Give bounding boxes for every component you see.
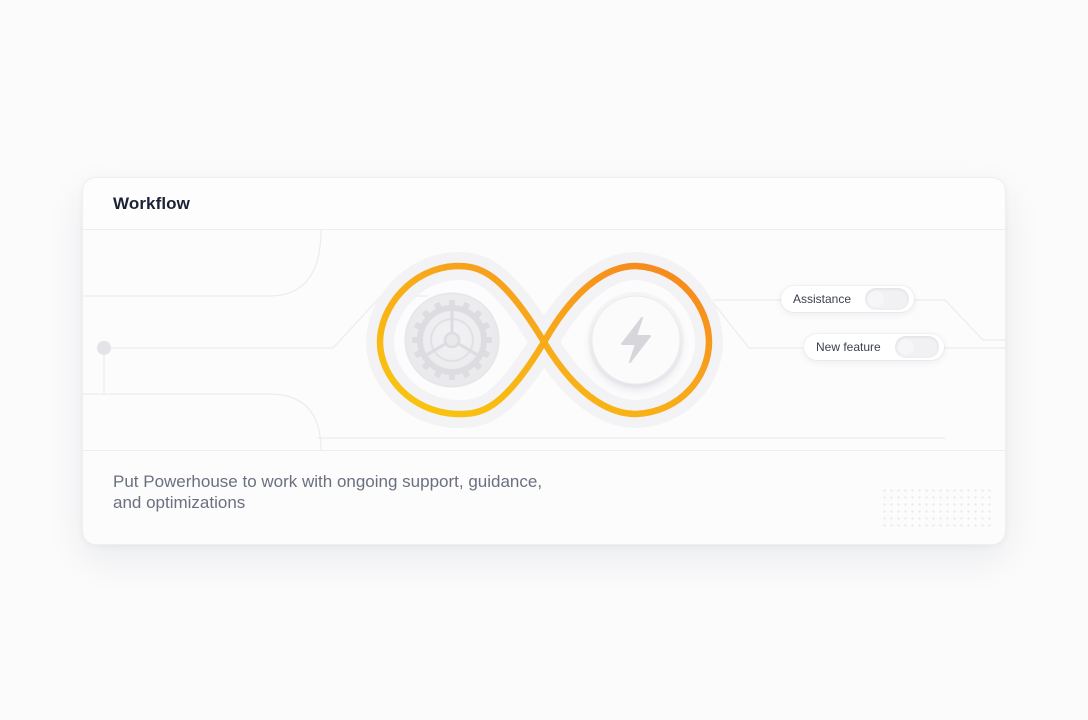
- circuit-node: [97, 341, 111, 355]
- assistance-toggle[interactable]: [865, 288, 910, 310]
- card-footer: Put Powerhouse to work with ongoing supp…: [83, 450, 1005, 544]
- card-description: Put Powerhouse to work with ongoing supp…: [113, 472, 543, 512]
- new-feature-label: New feature: [816, 340, 881, 354]
- workflow-card: Workflow Assistance New feature Put Powe…: [82, 177, 1006, 545]
- workflow-illustration: Assistance New feature: [83, 230, 1005, 450]
- dot-pattern-decoration: [881, 487, 991, 531]
- assistance-label: Assistance: [793, 292, 852, 306]
- new-feature-toggle[interactable]: [894, 336, 939, 358]
- gear-icon: [404, 292, 500, 388]
- assistance-toggle-row: Assistance: [781, 286, 914, 312]
- lightning-bolt-icon: [588, 292, 684, 388]
- new-feature-toggle-row: New feature: [804, 334, 944, 360]
- card-title: Workflow: [113, 194, 190, 213]
- card-header: Workflow: [83, 178, 1005, 230]
